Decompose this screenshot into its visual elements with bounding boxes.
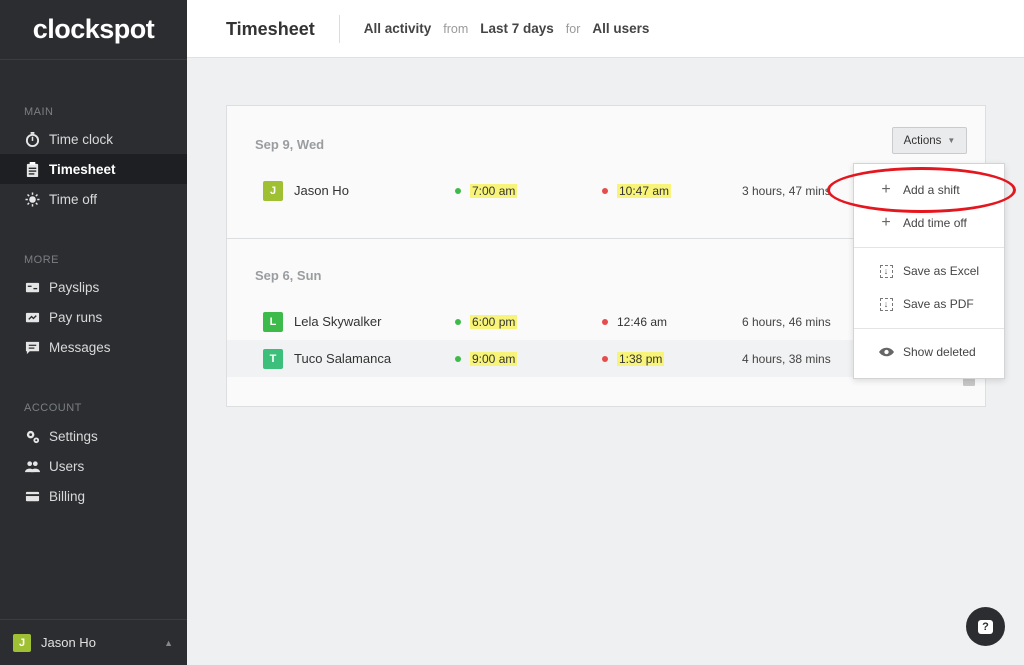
sidebar-item-timesheet[interactable]: Timesheet — [0, 154, 187, 184]
clock-out-time: 1:38 pm — [617, 351, 665, 366]
sidebar-item-label: Timesheet — [49, 161, 116, 177]
card-icon — [23, 488, 41, 504]
section-label-account: ACCOUNT — [24, 402, 82, 414]
clock-in[interactable]: 6:00 pm — [455, 314, 518, 329]
download-icon: ↓ — [878, 264, 894, 278]
employee-name[interactable]: Lela Skywalker — [294, 314, 381, 329]
section-label-main: MAIN — [24, 106, 54, 118]
avatar: J — [13, 633, 31, 652]
clock-in-time: 9:00 am — [470, 351, 518, 366]
clock-out-dot-icon — [602, 355, 608, 362]
for-label: for — [565, 21, 581, 36]
clock-out[interactable]: 1:38 pm — [602, 351, 665, 366]
menu-divider — [854, 328, 1004, 329]
users-filter[interactable]: All users — [592, 21, 649, 36]
avatar: J — [263, 180, 283, 201]
sidebar-item-users[interactable]: Users — [0, 451, 187, 481]
menu-item-label: Add time off — [903, 216, 967, 230]
sidebar-item-label: Pay runs — [49, 309, 103, 325]
sidebar-item-time-off[interactable]: Time off — [0, 184, 187, 214]
clock-in-time: 6:00 pm — [470, 314, 518, 329]
page-title: Timesheet — [187, 14, 340, 43]
current-user-name: Jason Ho — [41, 635, 96, 650]
menu-divider — [854, 247, 1004, 248]
sidebar-item-settings[interactable]: Settings — [0, 421, 187, 451]
annotation-highlight-oval — [827, 167, 1016, 213]
from-label: from — [443, 21, 469, 36]
message-icon — [23, 339, 41, 355]
payrun-icon — [23, 309, 41, 325]
activity-filter[interactable]: All activity — [364, 21, 432, 36]
section-label-more: MORE — [24, 254, 59, 266]
plus-icon: + — [881, 214, 891, 231]
sidebar-item-label: Messages — [49, 339, 111, 355]
clock-in[interactable]: 9:00 am — [455, 351, 518, 366]
chevron-up-icon: ▲ — [164, 638, 173, 648]
sidebar-item-label: Time clock — [49, 131, 114, 147]
sidebar: clockspot MAIN Time clock Timesheet Time… — [0, 0, 187, 665]
menu-item-show-deleted[interactable]: Show deleted — [854, 337, 1004, 367]
avatar: T — [263, 348, 283, 369]
date-range-filter[interactable]: Last 7 days — [480, 21, 554, 36]
menu-item-label: Save as Excel — [903, 264, 980, 278]
stopwatch-icon — [23, 131, 41, 147]
sidebar-item-label: Time off — [49, 191, 98, 207]
users-icon — [23, 458, 41, 474]
employee-name[interactable]: Tuco Salamanca — [294, 351, 391, 366]
help-icon: ? — [978, 619, 993, 634]
sidebar-item-label: Payslips — [49, 279, 100, 295]
sun-icon — [23, 191, 41, 207]
clock-in-dot-icon — [455, 355, 461, 362]
sidebar-item-payslips[interactable]: Payslips — [0, 272, 187, 302]
sidebar-item-label: Billing — [49, 488, 86, 504]
download-icon: ↓ — [878, 297, 894, 311]
eye-icon — [878, 347, 894, 357]
clock-out[interactable]: 10:47 am — [602, 183, 672, 198]
menu-item-save-excel[interactable]: ↓ Save as Excel — [854, 256, 1004, 286]
gears-icon — [23, 428, 41, 444]
payslip-icon — [23, 279, 41, 295]
clock-in-dot-icon — [455, 318, 461, 325]
sidebar-item-messages[interactable]: Messages — [0, 332, 187, 362]
caret-down-icon: ▼ — [947, 136, 956, 145]
menu-item-label: Show deleted — [903, 345, 976, 359]
sidebar-item-label: Users — [49, 458, 85, 474]
clipboard-icon — [23, 161, 41, 177]
clock-in-dot-icon — [455, 187, 461, 194]
menu-item-label: Save as PDF — [903, 297, 974, 311]
clock-out-time: 10:47 am — [617, 183, 672, 198]
clock-out[interactable]: 12:46 am — [602, 315, 667, 329]
shift-duration: 6 hours, 46 mins — [742, 314, 831, 329]
day-label: Sep 9, Wed — [255, 137, 325, 152]
clock-in[interactable]: 7:00 am — [455, 183, 518, 198]
actions-label: Actions — [903, 134, 942, 147]
avatar: L — [263, 311, 283, 332]
actions-button[interactable]: Actions ▼ — [892, 127, 967, 154]
clock-out-time: 12:46 am — [617, 314, 668, 329]
clock-out-dot-icon — [602, 187, 608, 194]
shift-duration: 4 hours, 38 mins — [742, 351, 831, 366]
user-menu[interactable]: J Jason Ho ▲ — [0, 619, 187, 665]
help-button[interactable]: ? — [966, 607, 1005, 646]
clock-out-dot-icon — [602, 318, 608, 325]
clock-in-time: 7:00 am — [470, 183, 518, 198]
filter-bar: All activity from Last 7 days for All us… — [340, 21, 650, 36]
day-label: Sep 6, Sun — [255, 268, 322, 283]
sidebar-item-time-clock[interactable]: Time clock — [0, 124, 187, 154]
shift-duration: 3 hours, 47 mins — [742, 183, 831, 198]
sidebar-item-label: Settings — [49, 428, 98, 444]
employee-name[interactable]: Jason Ho — [294, 183, 349, 198]
menu-item-save-pdf[interactable]: ↓ Save as PDF — [854, 289, 1004, 319]
sidebar-item-billing[interactable]: Billing — [0, 481, 187, 511]
app-logo[interactable]: clockspot — [0, 0, 187, 60]
page-header: Timesheet All activity from Last 7 days … — [187, 0, 1024, 58]
sidebar-item-pay-runs[interactable]: Pay runs — [0, 302, 187, 332]
